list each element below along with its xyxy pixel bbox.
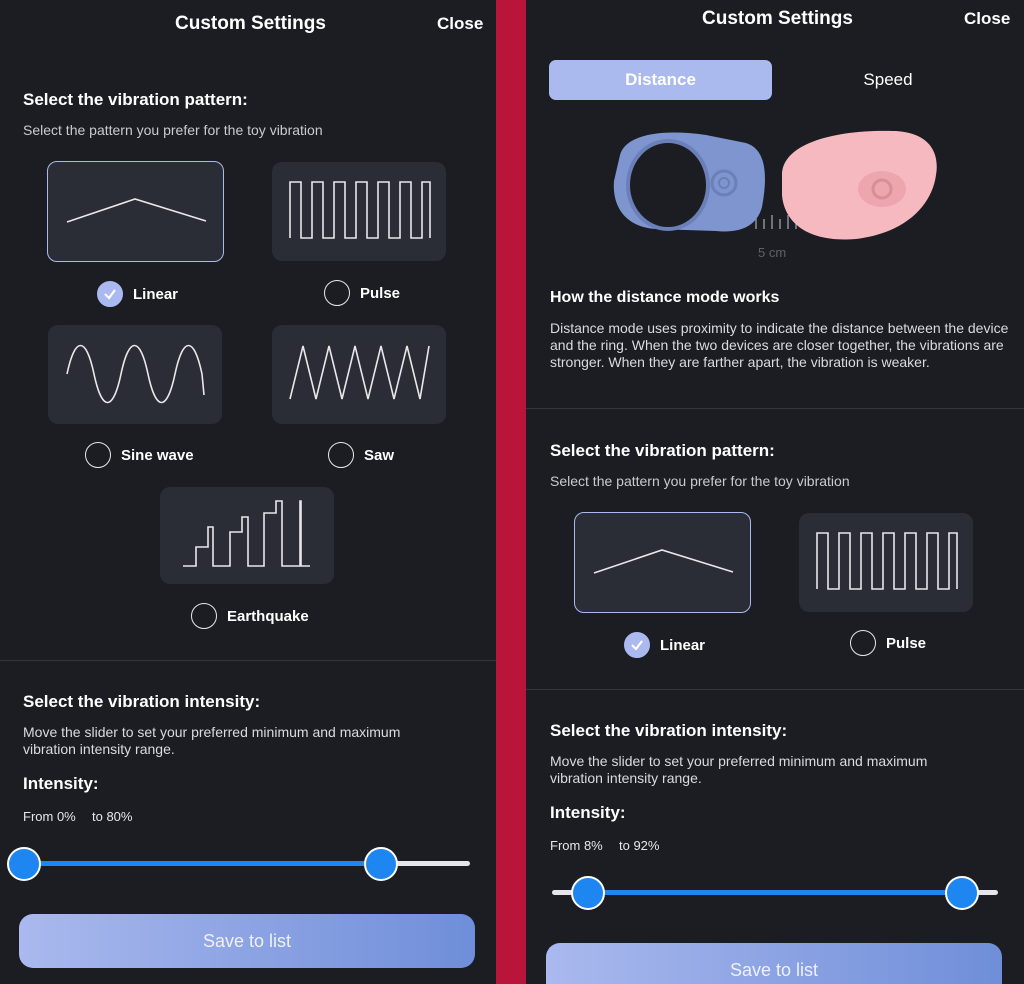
intensity-slider-max-handle[interactable] (945, 876, 980, 910)
sine-wave-icon (66, 344, 205, 404)
page-title: Custom Settings (702, 8, 853, 29)
tab-distance[interactable]: Distance (549, 60, 772, 100)
intensity-slider-fill (587, 890, 963, 895)
pattern-subheading: Select the pattern you prefer for the to… (550, 473, 850, 489)
section-divider (526, 689, 1024, 690)
pulse-wave-icon (816, 532, 958, 590)
pattern-option-pulse[interactable]: Pulse (324, 280, 400, 306)
intensity-label: Intensity: (550, 803, 626, 822)
intensity-label: Intensity: (23, 774, 99, 793)
pattern-option-sine[interactable]: Sine wave (85, 442, 194, 468)
radio-icon (191, 603, 217, 629)
distance-info-heading: How the distance mode works (550, 289, 780, 306)
page-title: Custom Settings (175, 13, 326, 34)
pattern-heading: Select the vibration pattern: (550, 441, 775, 460)
close-button[interactable]: Close (964, 9, 1010, 29)
pattern-card-pulse[interactable] (799, 513, 973, 612)
intensity-slider-fill (24, 861, 381, 866)
intensity-description: Move the slider to set your preferred mi… (550, 753, 928, 786)
linear-wave-icon (593, 549, 734, 574)
radio-icon (850, 630, 876, 656)
earthquake-wave-icon (183, 500, 310, 567)
check-icon (97, 281, 123, 307)
distance-illustration (613, 130, 937, 240)
pattern-card-sine[interactable] (48, 325, 222, 424)
pulse-wave-icon (289, 181, 431, 239)
pink-device-icon (782, 130, 937, 240)
linear-wave-icon (66, 198, 207, 223)
intensity-heading: Select the vibration intensity: (23, 692, 261, 711)
intensity-to-text: to 92% (619, 838, 660, 853)
radio-icon (85, 442, 111, 468)
pattern-card-earthquake[interactable] (160, 487, 334, 584)
intensity-slider-min-handle[interactable] (570, 876, 605, 910)
pattern-subheading: Select the pattern you prefer for the to… (23, 122, 323, 138)
option-label: Saw (364, 446, 395, 464)
distance-info-text: Distance mode uses proximity to indicate… (550, 320, 1009, 370)
pattern-card-linear[interactable] (574, 512, 751, 613)
intensity-description: Move the slider to set your preferred mi… (23, 724, 401, 757)
save-to-list-button[interactable]: Save to list (19, 914, 475, 968)
section-divider (526, 408, 1024, 409)
tab-speed[interactable]: Speed (776, 60, 1000, 100)
pattern-card-saw[interactable] (272, 325, 446, 424)
right-screen: Custom Settings Close Distance Speed 5 c… (526, 0, 1024, 984)
pattern-heading: Select the vibration pattern: (23, 90, 248, 109)
ring-device-icon (613, 132, 765, 232)
intensity-slider-max-handle[interactable] (363, 847, 398, 881)
section-divider (0, 660, 496, 661)
intensity-to-text: to 80% (92, 809, 133, 824)
pattern-option-linear[interactable]: Linear (624, 632, 705, 658)
left-screen: Custom Settings Close Select the vibrati… (0, 0, 496, 984)
intensity-from-text: From 8% (550, 838, 603, 853)
pattern-option-saw[interactable]: Saw (328, 442, 394, 468)
save-to-list-button[interactable]: Save to list (546, 943, 1002, 984)
option-label: Linear (660, 636, 706, 654)
intensity-heading: Select the vibration intensity: (550, 721, 788, 740)
intensity-from-text: From 0% (23, 809, 76, 824)
pattern-option-linear[interactable]: Linear (97, 281, 178, 307)
intensity-slider-min-handle[interactable] (7, 847, 41, 881)
pattern-option-pulse[interactable]: Pulse (850, 630, 926, 656)
check-icon (624, 632, 650, 658)
option-label: Earthquake (227, 607, 309, 625)
pattern-card-pulse[interactable] (272, 162, 446, 261)
pattern-card-linear[interactable] (47, 161, 224, 262)
option-label: Pulse (360, 284, 401, 302)
option-label: Sine wave (121, 446, 194, 464)
radio-icon (328, 442, 354, 468)
radio-icon (324, 280, 350, 306)
distance-label: 5 cm (758, 245, 787, 260)
pattern-option-earthquake[interactable]: Earthquake (191, 603, 309, 629)
saw-wave-icon (289, 345, 430, 400)
option-label: Linear (133, 285, 179, 303)
option-label: Pulse (886, 634, 927, 652)
close-button[interactable]: Close (437, 14, 483, 34)
